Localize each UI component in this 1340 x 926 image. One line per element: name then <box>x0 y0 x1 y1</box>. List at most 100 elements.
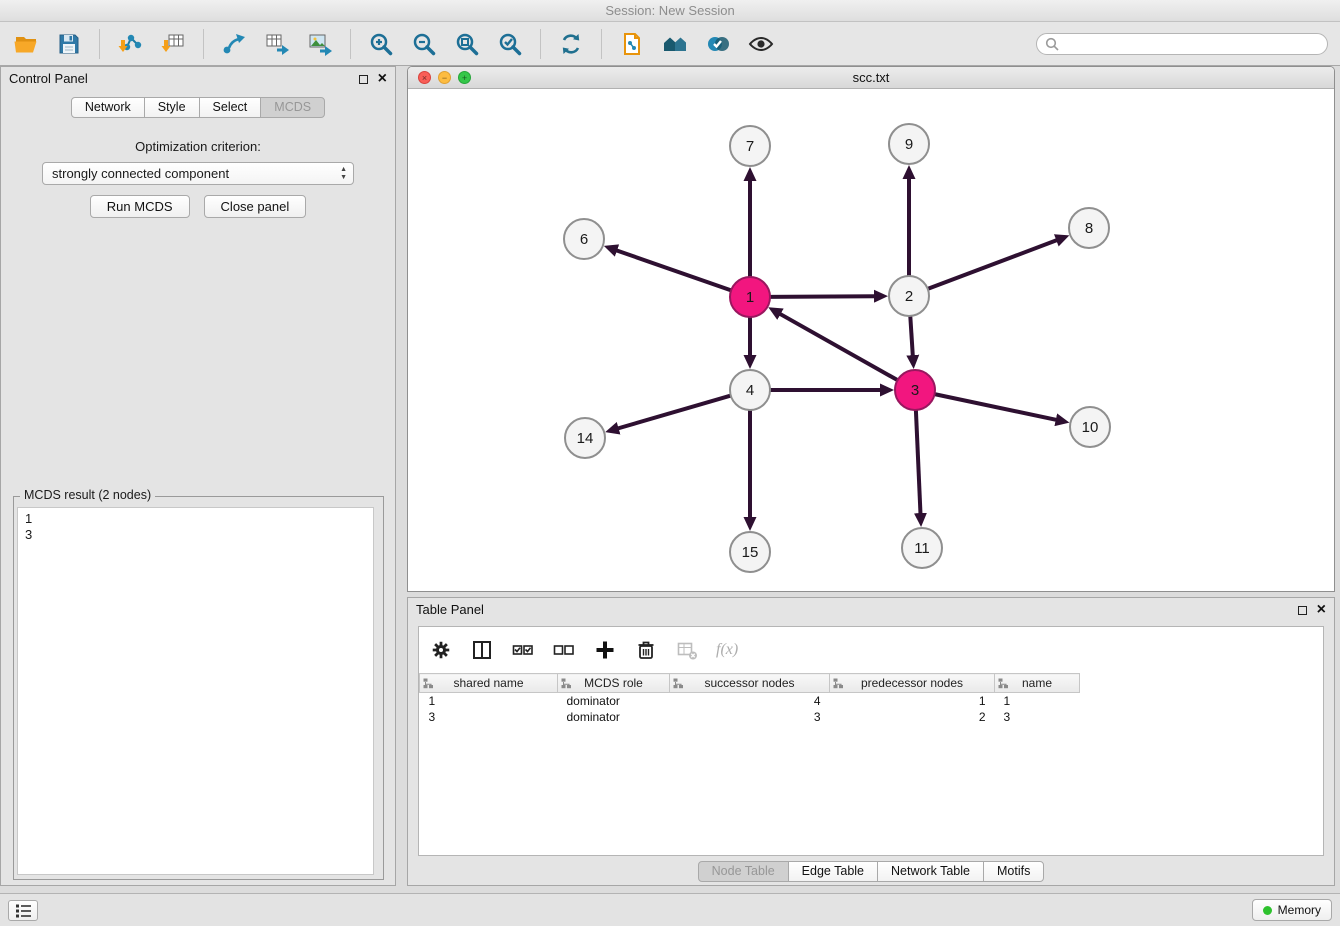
svg-text:4: 4 <box>746 382 754 399</box>
tab-mcds[interactable]: MCDS <box>260 97 325 118</box>
graph-edge[interactable] <box>780 314 898 380</box>
tab-node-table[interactable]: Node Table <box>698 861 789 882</box>
select-all-columns-icon[interactable] <box>511 638 535 662</box>
toolbar-separator <box>203 29 204 59</box>
function-builder-icon-disabled[interactable]: f(x) <box>716 638 738 662</box>
refresh-view-icon[interactable] <box>555 28 587 60</box>
graph-node[interactable]: 6 <box>564 219 604 259</box>
network-canvas[interactable]: 7 9 6 8 1 2 4 3 14 10 15 11 <box>408 89 1334 591</box>
table-cell: 1 <box>995 693 1080 709</box>
show-columns-icon[interactable] <box>470 638 494 662</box>
memory-button[interactable]: Memory <box>1252 899 1332 921</box>
export-image-icon[interactable] <box>304 28 336 60</box>
mcds-result-line: 3 <box>25 527 366 543</box>
window-close-icon[interactable]: × <box>418 71 431 84</box>
zoom-in-icon[interactable] <box>365 28 397 60</box>
export-table-icon[interactable] <box>261 28 293 60</box>
graph-edge[interactable] <box>935 394 1057 420</box>
memory-status-dot-icon <box>1263 906 1272 915</box>
fx-label: f(x) <box>716 641 738 659</box>
graph-node[interactable]: 7 <box>730 126 770 166</box>
clone-network-icon[interactable] <box>616 28 648 60</box>
graph-edge[interactable] <box>616 250 731 290</box>
svg-text:7: 7 <box>746 138 754 155</box>
graph-node[interactable]: 11 <box>902 528 942 568</box>
tab-network-table[interactable]: Network Table <box>877 861 984 882</box>
graph-edge[interactable] <box>770 296 875 297</box>
zoom-fit-icon[interactable] <box>451 28 483 60</box>
deselect-all-columns-icon[interactable] <box>552 638 576 662</box>
window-minimize-icon[interactable]: − <box>438 71 451 84</box>
import-table-from-file-icon[interactable] <box>157 28 189 60</box>
graph-node[interactable]: 4 <box>730 370 770 410</box>
tab-select[interactable]: Select <box>199 97 262 118</box>
column-header[interactable]: successor nodes <box>670 674 830 693</box>
svg-text:1: 1 <box>746 289 754 306</box>
mcds-result-list[interactable]: 13 <box>17 507 374 875</box>
graph-node[interactable]: 1 <box>730 277 770 317</box>
graph-node[interactable]: 10 <box>1070 407 1110 447</box>
close-panel-button[interactable]: Close panel <box>204 195 307 218</box>
float-panel-icon[interactable] <box>359 75 368 84</box>
first-neighbors-icon[interactable] <box>659 28 691 60</box>
control-panel-header: Control Panel × <box>1 67 395 91</box>
toolbar-separator <box>350 29 351 59</box>
table-settings-gear-icon[interactable] <box>429 638 453 662</box>
show-panels-list-icon[interactable] <box>8 900 38 921</box>
graph-edge[interactable] <box>928 240 1057 289</box>
svg-text:9: 9 <box>905 136 913 153</box>
table-row[interactable]: 3dominator323 <box>420 709 1080 725</box>
control-panel-title: Control Panel <box>9 71 88 86</box>
graph-node[interactable]: 14 <box>565 418 605 458</box>
delete-table-icon-disabled[interactable] <box>675 638 699 662</box>
graph-node[interactable]: 2 <box>889 276 929 316</box>
delete-column-trash-icon[interactable] <box>634 638 658 662</box>
table-cell: 3 <box>420 709 558 725</box>
graph-edge[interactable] <box>916 410 921 514</box>
table-row[interactable]: 1dominator411 <box>420 693 1080 709</box>
column-header[interactable]: name <box>995 674 1080 693</box>
svg-text:3: 3 <box>911 382 919 399</box>
column-header[interactable]: shared name <box>420 674 558 693</box>
close-panel-icon[interactable]: × <box>378 71 387 87</box>
export-network-icon[interactable] <box>218 28 250 60</box>
graph-edge[interactable] <box>910 316 913 356</box>
graph-edge[interactable] <box>618 396 731 429</box>
table-panel-tabs: Node Table Edge Table Network Table Moti… <box>408 861 1334 882</box>
column-tree-icon <box>998 678 1009 689</box>
table-cell: 2 <box>830 709 995 725</box>
criterion-dropdown[interactable]: strongly connected component ▲▼ <box>42 162 354 185</box>
float-panel-icon[interactable] <box>1298 606 1307 615</box>
network-graph: 7 9 6 8 1 2 4 3 14 10 15 11 <box>408 89 1334 591</box>
tab-motifs[interactable]: Motifs <box>983 861 1044 882</box>
zoom-out-icon[interactable] <box>408 28 440 60</box>
table-cell: 3 <box>995 709 1080 725</box>
window-title: Session: New Session <box>605 3 734 18</box>
apply-style-icon[interactable] <box>702 28 734 60</box>
tab-style[interactable]: Style <box>144 97 200 118</box>
graph-node[interactable]: 9 <box>889 124 929 164</box>
column-header[interactable]: predecessor nodes <box>830 674 995 693</box>
graph-node[interactable]: 15 <box>730 532 770 572</box>
graph-node[interactable]: 8 <box>1069 208 1109 248</box>
open-file-icon[interactable] <box>10 28 42 60</box>
search-input[interactable] <box>1064 37 1319 51</box>
control-panel: Control Panel × Network Style Select MCD… <box>0 66 396 886</box>
svg-text:10: 10 <box>1082 419 1099 436</box>
graph-node[interactable]: 3 <box>895 370 935 410</box>
tab-network[interactable]: Network <box>71 97 145 118</box>
run-mcds-button[interactable]: Run MCDS <box>90 195 190 218</box>
tab-edge-table[interactable]: Edge Table <box>788 861 878 882</box>
show-graphics-details-icon[interactable] <box>745 28 777 60</box>
table-cell: 3 <box>670 709 830 725</box>
zoom-selected-icon[interactable] <box>494 28 526 60</box>
add-column-icon[interactable] <box>593 638 617 662</box>
save-session-icon[interactable] <box>53 28 85 60</box>
window-maximize-icon[interactable]: + <box>458 71 471 84</box>
import-network-from-file-icon[interactable] <box>114 28 146 60</box>
dropdown-arrows-icon: ▲▼ <box>340 166 347 182</box>
column-header[interactable]: MCDS role <box>558 674 670 693</box>
column-tree-icon <box>673 678 684 689</box>
table-panel-header: Table Panel × <box>408 598 1334 622</box>
close-panel-icon[interactable]: × <box>1317 602 1326 618</box>
